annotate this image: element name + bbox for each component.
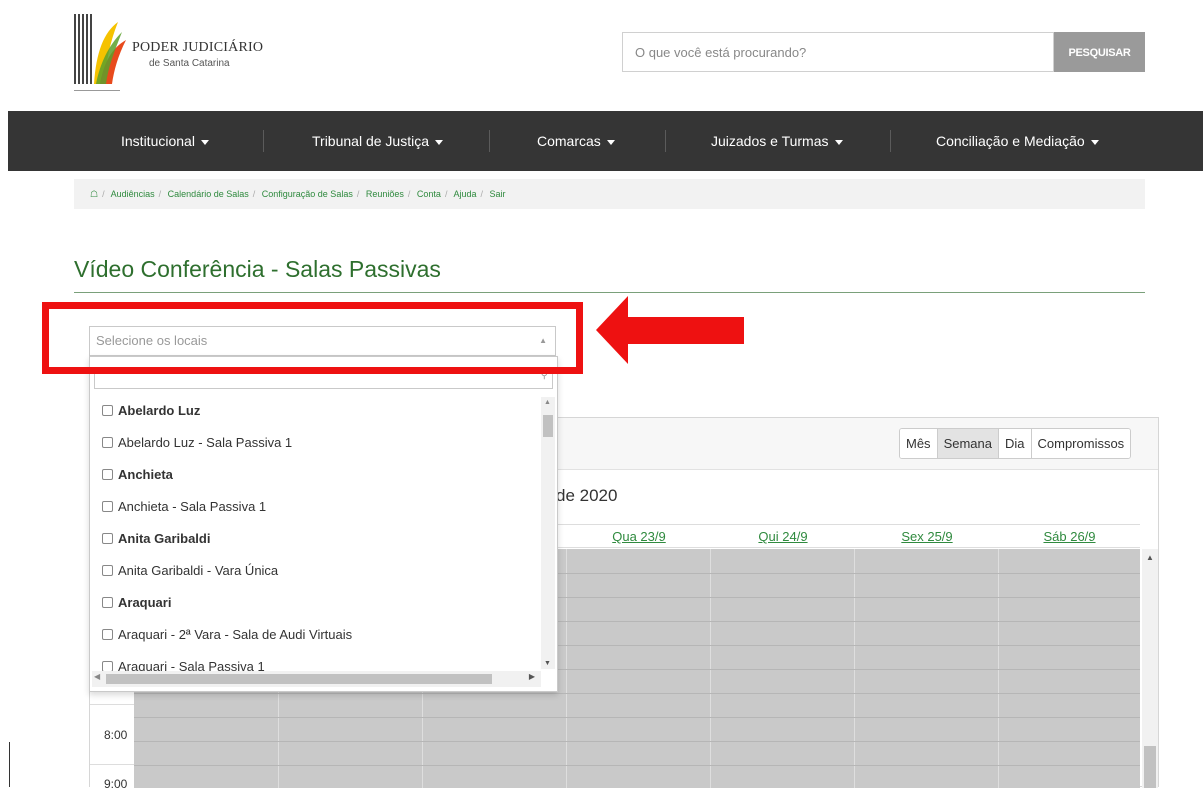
nav-item-label: Comarcas	[537, 133, 601, 149]
scroll-right-icon[interactable]: ▶	[529, 672, 535, 681]
nav-divider	[665, 130, 666, 152]
logo-emblem-icon	[74, 14, 126, 84]
scroll-left-icon[interactable]: ◀	[94, 672, 100, 681]
breadcrumb: ☖ / Audiências / Calendário de Salas / Conf…	[74, 179, 1145, 209]
breadcrumb-audiencias[interactable]: Audiências	[111, 189, 155, 199]
calendar-date-title: de 2020	[556, 486, 618, 505]
time-label: 9:00	[104, 777, 128, 791]
logo-subtitle: de Santa Catarina	[149, 58, 230, 69]
nav-item-tribunal-de-justica[interactable]: Tribunal de Justiça	[312, 111, 443, 171]
dropdown-vertical-scrollbar[interactable]: ▲ ▼	[541, 397, 555, 669]
option-anita-garibaldi[interactable]: Anita Garibaldi	[90, 523, 541, 555]
scroll-up-icon[interactable]: ▲	[544, 399, 551, 406]
checkbox[interactable]	[102, 597, 113, 609]
caret-down-icon	[200, 139, 209, 145]
breadcrumb-reunioes[interactable]: Reuniões	[366, 189, 404, 199]
time-divider	[90, 704, 134, 705]
nav-item-label: Juizados e Turmas	[711, 133, 829, 149]
checkbox[interactable]	[102, 501, 113, 513]
view-agenda-button[interactable]: Compromissos	[1031, 429, 1131, 458]
calendar-view-switcher: Mês Semana Dia Compromissos	[899, 428, 1132, 459]
option-label: Araquari	[118, 595, 172, 610]
page-title: Vídeo Conferência - Salas Passivas	[74, 256, 441, 282]
option-araquari[interactable]: Araquari	[90, 587, 541, 619]
view-month-button[interactable]: Mês	[900, 429, 938, 458]
scroll-down-icon[interactable]: ▼	[544, 660, 551, 667]
nav-item-label: Institucional	[121, 133, 195, 149]
nav-item-label: Tribunal de Justiça	[312, 133, 429, 149]
option-label: Anchieta - Sala Passiva 1	[118, 499, 267, 514]
checkbox[interactable]	[102, 565, 113, 577]
breadcrumb-ajuda[interactable]: Ajuda	[453, 189, 476, 199]
option-label: Araquari - Sala Passiva 1	[118, 659, 265, 671]
option-anchieta-sala-passiva-1[interactable]: Anchieta - Sala Passiva 1	[90, 491, 541, 523]
day-header-fri[interactable]: Sex 25/9	[855, 525, 999, 549]
dropdown-options-list: Abelardo Luz Abelardo Luz - Sala Passiva…	[90, 395, 541, 671]
option-anchieta[interactable]: Anchieta	[90, 459, 541, 491]
day-header-thu[interactable]: Qui 24/9	[711, 525, 855, 549]
breadcrumb-sair[interactable]: Sair	[490, 189, 506, 199]
nav-item-conciliacao-e-mediacao[interactable]: Conciliação e Mediação	[936, 111, 1099, 171]
calendar-scrollbar[interactable]: ▲	[1142, 549, 1158, 788]
breadcrumb-conta[interactable]: Conta	[417, 189, 441, 199]
caret-down-icon	[434, 139, 443, 145]
option-label: Abelardo Luz - Sala Passiva 1	[118, 435, 293, 450]
caret-down-icon	[1090, 139, 1099, 145]
search-input[interactable]	[622, 32, 1054, 72]
checkbox[interactable]	[102, 437, 113, 449]
nav-divider	[489, 130, 490, 152]
day-header-sat[interactable]: Sáb 26/9	[999, 525, 1140, 549]
arrow-left-icon	[596, 296, 628, 364]
main-nav: Institucional Tribunal de Justiça Comarc…	[8, 111, 1203, 171]
checkbox[interactable]	[102, 661, 113, 671]
checkbox[interactable]	[102, 469, 113, 481]
option-anita-garibaldi-vara-unica[interactable]: Anita Garibaldi - Vara Única	[90, 555, 541, 587]
view-week-button[interactable]: Semana	[937, 429, 999, 458]
breadcrumb-calendario-de-salas[interactable]: Calendário de Salas	[168, 189, 249, 199]
breadcrumb-configuracao-de-salas[interactable]: Configuração de Salas	[262, 189, 353, 199]
option-abelardo-luz[interactable]: Abelardo Luz	[90, 395, 541, 427]
checkbox[interactable]	[102, 533, 113, 545]
time-label: 8:00	[104, 728, 128, 742]
caret-down-icon	[606, 139, 615, 145]
scroll-thumb[interactable]	[106, 674, 492, 684]
day-header-wed[interactable]: Qua 23/9	[567, 525, 711, 549]
scroll-thumb[interactable]	[1144, 746, 1156, 788]
option-label: Anchieta	[118, 467, 173, 482]
scroll-up-icon[interactable]: ▲	[1146, 553, 1154, 562]
site-logo[interactable]: PODER JUDICIÁRIO de Santa Catarina	[74, 12, 264, 92]
arrow-shaft	[626, 317, 744, 344]
option-abelardo-luz-sala-passiva-1[interactable]: Abelardo Luz - Sala Passiva 1	[90, 427, 541, 459]
option-label: Abelardo Luz	[118, 403, 201, 418]
option-label: Anita Garibaldi	[118, 531, 211, 546]
text-cursor-mark	[9, 742, 10, 787]
option-label: Araquari - 2ª Vara - Sala de Audi Virtua…	[118, 627, 353, 642]
logo-title: PODER JUDICIÁRIO	[132, 40, 264, 55]
nav-item-label: Conciliação e Mediação	[936, 133, 1085, 149]
locations-dropdown: ⚲ Abelardo Luz Abelardo Luz - Sala Passi…	[89, 356, 558, 692]
highlight-box	[42, 302, 583, 374]
nav-divider	[890, 130, 891, 152]
checkbox[interactable]	[102, 405, 113, 417]
time-divider	[90, 764, 134, 765]
dropdown-horizontal-scrollbar[interactable]: ◀ ▶	[92, 671, 541, 687]
home-icon[interactable]: ☖	[90, 189, 98, 199]
nav-item-comarcas[interactable]: Comarcas	[537, 111, 615, 171]
option-araquari-2-vara[interactable]: Araquari - 2ª Vara - Sala de Audi Virtua…	[90, 619, 541, 651]
option-label: Anita Garibaldi - Vara Única	[118, 563, 279, 578]
view-day-button[interactable]: Dia	[998, 429, 1032, 458]
title-divider	[74, 292, 1145, 293]
nav-divider	[263, 130, 264, 152]
nav-item-institucional[interactable]: Institucional	[121, 111, 209, 171]
caret-down-icon	[834, 139, 843, 145]
checkbox[interactable]	[102, 629, 113, 641]
search-button[interactable]: PESQUISAR	[1054, 32, 1145, 72]
nav-item-juizados-e-turmas[interactable]: Juizados e Turmas	[711, 111, 843, 171]
option-araquari-sala-passiva-1[interactable]: Araquari - Sala Passiva 1	[90, 651, 541, 671]
logo-underline	[74, 90, 120, 91]
scroll-thumb[interactable]	[543, 415, 553, 437]
